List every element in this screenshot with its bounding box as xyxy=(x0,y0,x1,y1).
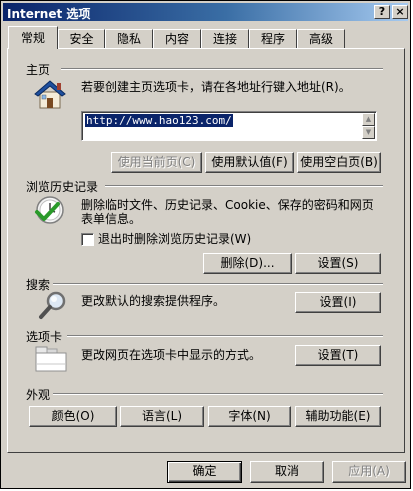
tab-security[interactable]: 安全 xyxy=(58,29,105,48)
history-section-label: 浏览历史记录 xyxy=(26,178,99,195)
tabs-settings-button[interactable]: 设置(T) xyxy=(295,345,381,366)
use-current-page-button[interactable]: 使用当前页(C) xyxy=(111,152,202,173)
house-icon xyxy=(34,80,66,109)
close-button[interactable]: × xyxy=(392,5,408,19)
history-description-line1: 删除临时文件、历史记录、Cookie、保存的密码和网页 xyxy=(81,198,374,212)
home-url-value: http://www.hao123.com/ xyxy=(85,114,233,127)
history-settings-button[interactable]: 设置(S) xyxy=(295,253,381,274)
appearance-section-label: 外观 xyxy=(26,386,51,403)
home-section-label: 主页 xyxy=(26,61,51,78)
fonts-button[interactable]: 字体(N) xyxy=(208,406,291,427)
use-default-button[interactable]: 使用默认值(F) xyxy=(205,152,294,173)
tabs-window-icon xyxy=(35,346,67,372)
delete-history-button[interactable]: 删除(D)... xyxy=(203,253,292,274)
home-separator xyxy=(61,68,383,70)
delete-on-exit-label: 退出时删除浏览历史记录(W) xyxy=(98,232,252,246)
history-description-line2: 表单信息。 xyxy=(81,212,142,226)
scroll-up-arrow-icon[interactable]: ▲ xyxy=(362,113,375,126)
cancel-button[interactable]: 取消 xyxy=(250,461,324,483)
home-url-scrollbar[interactable]: ▲ ▼ xyxy=(362,113,375,139)
tab-general[interactable]: 常规 xyxy=(8,26,58,49)
title-bar[interactable]: Internet 选项 ? × xyxy=(3,3,408,21)
search-settings-button[interactable]: 设置(I) xyxy=(295,292,381,313)
window-title: Internet 选项 xyxy=(7,7,91,21)
home-url-textarea[interactable]: http://www.hao123.com/ ▲ ▼ xyxy=(81,111,377,141)
tab-advanced[interactable]: 高级 xyxy=(297,29,345,48)
tab-connections[interactable]: 连接 xyxy=(201,29,249,48)
languages-button[interactable]: 语言(L) xyxy=(120,406,204,427)
tabs-description: 更改网页在选项卡中显示的方式。 xyxy=(81,348,262,362)
tab-content[interactable]: 内容 xyxy=(153,29,201,48)
use-blank-button[interactable]: 使用空白页(B) xyxy=(297,152,381,173)
search-description: 更改默认的搜索提供程序。 xyxy=(81,294,226,308)
colors-button[interactable]: 颜色(O) xyxy=(29,406,117,427)
delete-on-exit-checkbox[interactable] xyxy=(81,233,94,246)
appearance-separator xyxy=(53,393,383,395)
history-clock-icon xyxy=(35,196,64,224)
apply-button[interactable]: 应用(A) xyxy=(332,461,406,483)
help-button[interactable]: ? xyxy=(374,5,390,19)
home-description: 若要创建主页选项卡，请在各地址行键入地址(R)。 xyxy=(81,80,351,94)
tabs-separator xyxy=(67,335,383,337)
tab-privacy[interactable]: 隐私 xyxy=(105,29,153,48)
internet-options-dialog: Internet 选项 ? × 常规 安全 隐私 内容 连接 程序 高级 主页 … xyxy=(0,0,411,489)
magnifier-icon xyxy=(39,291,66,319)
search-separator xyxy=(53,283,383,285)
history-separator xyxy=(105,185,383,187)
ok-button[interactable]: 确定 xyxy=(167,461,242,483)
scroll-down-arrow-icon[interactable]: ▼ xyxy=(362,126,375,139)
accessibility-button[interactable]: 辅助功能(E) xyxy=(295,406,381,427)
tab-programs[interactable]: 程序 xyxy=(249,29,297,48)
